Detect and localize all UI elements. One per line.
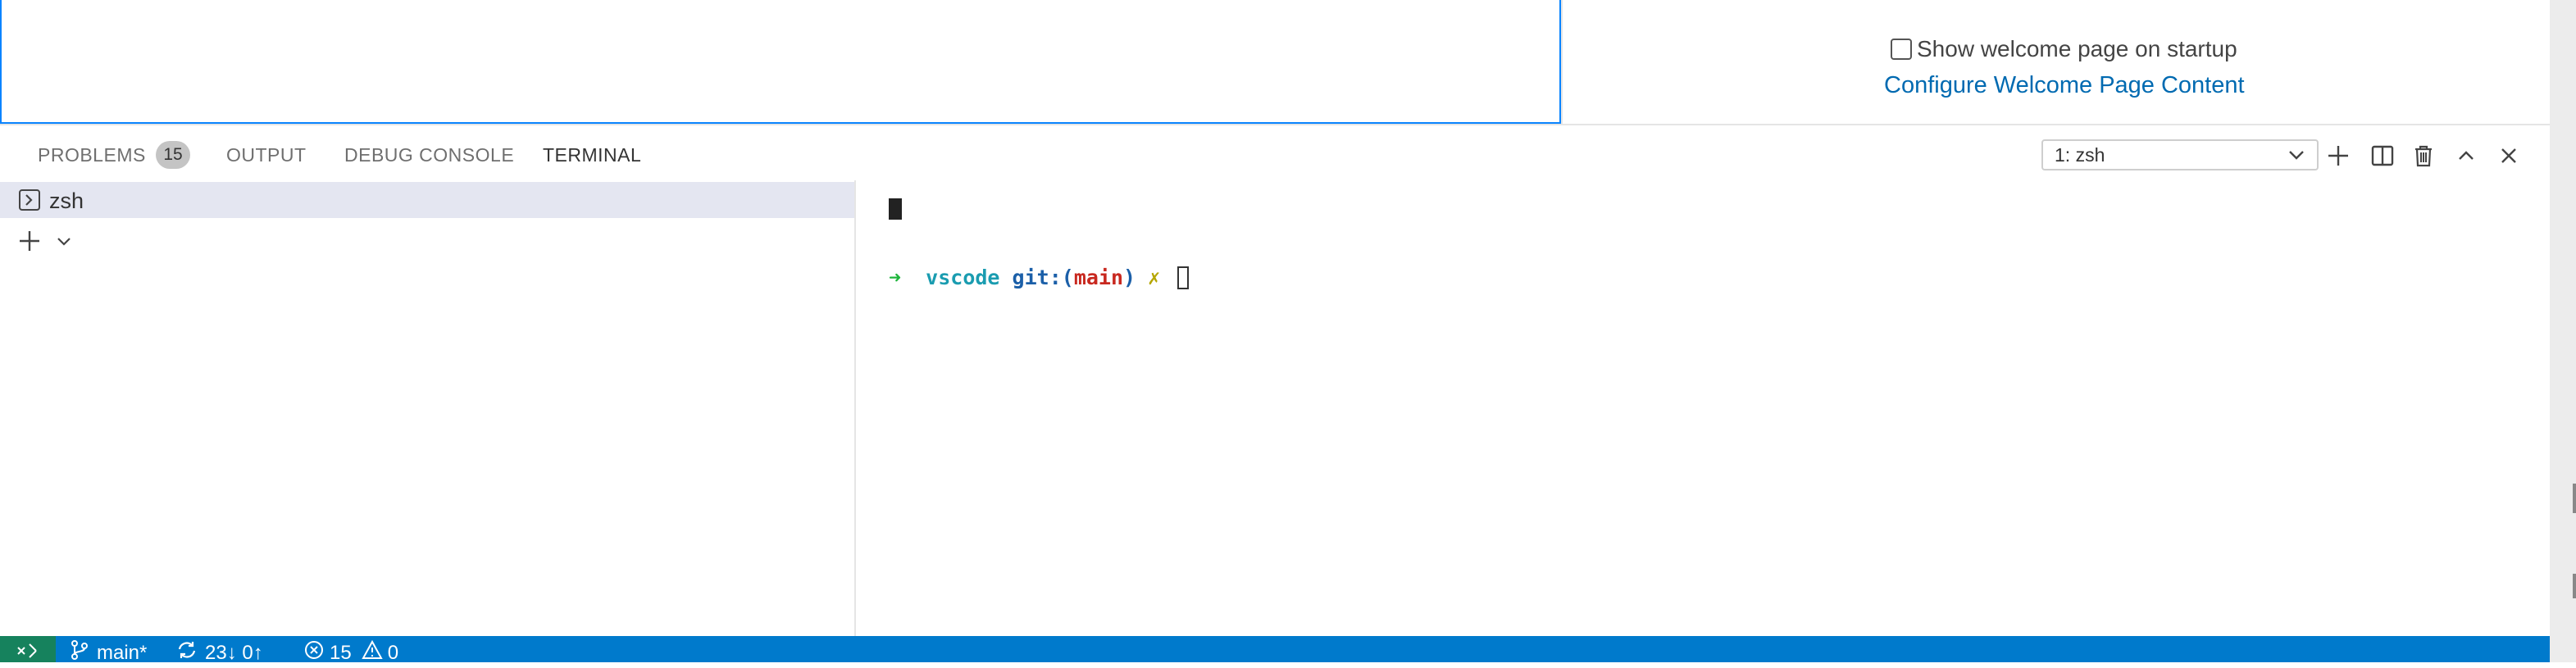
warning-count: 0 [387,641,399,664]
chevron-down-icon [2286,144,2307,173]
tab-debug-console[interactable]: DEBUG CONSOLE [344,144,514,166]
configure-welcome-link[interactable]: Configure Welcome Page Content [1884,72,2245,99]
remote-indicator[interactable] [0,636,56,662]
show-welcome-row[interactable]: Show welcome page on startup [1891,36,2237,62]
panel-divider [0,124,2550,125]
tab-terminal[interactable]: TERMINAL [543,144,641,166]
editor-group-left[interactable] [0,0,1561,124]
problems-count-badge: 15 [156,141,190,169]
scroll-marker [2573,484,2576,513]
trash-icon[interactable] [2410,143,2437,169]
close-panel-icon[interactable] [2496,143,2522,169]
tab-problems[interactable]: PROBLEMS [38,144,146,166]
status-bar: main* 23↓ 0↑ 15 0 [0,636,2550,664]
maximize-panel-icon[interactable] [2453,143,2479,169]
editor-area: Show welcome page on startup Configure W… [0,0,2576,125]
welcome-page [1561,0,2550,125]
panel-header: PROBLEMS 15 OUTPUT DEBUG CONSOLE TERMINA… [0,131,2550,180]
branch-name: main* [97,641,148,664]
new-terminal-icon[interactable] [2325,143,2351,169]
error-icon [303,639,325,666]
terminal-tab-zsh[interactable]: zsh [0,182,854,218]
prompt-directory: vscode [926,266,1000,289]
plus-icon[interactable] [16,228,43,258]
prompt-dirty-marker: ✗ [1148,266,1161,289]
terminal-prompt: ➜ vscode git:(main) ✗ [889,266,1190,289]
terminal-select-dropdown[interactable]: 1: zsh [2041,139,2319,170]
prompt-git-prefix: git:( [1012,266,1074,289]
prompt-git-suffix: ) [1123,266,1136,289]
terminal-cursor [1177,266,1190,289]
terminal-tab-label: zsh [49,189,84,213]
sync-counts: 23↓ 0↑ [205,641,263,664]
sync-status[interactable]: 23↓ 0↑ [175,639,263,666]
terminal-tabs-list: zsh [0,180,856,636]
scroll-marker [2573,574,2576,598]
show-welcome-label[interactable]: Show welcome page on startup [1917,36,2237,62]
split-terminal-icon[interactable] [2369,143,2396,169]
branch-status[interactable]: main* [69,639,147,666]
terminal-view[interactable]: ➜ vscode git:(main) ✗ [858,180,2550,636]
prompt-arrow: ➜ [889,266,902,289]
problems-status[interactable]: 15 0 [303,639,398,666]
chevron-down-icon[interactable] [54,231,74,255]
new-terminal-row [16,228,74,258]
right-scrollbar-strip[interactable] [2550,0,2576,662]
warning-icon [362,639,383,666]
terminal-select-value: 1: zsh [2055,144,2105,166]
git-branch-icon [69,639,90,666]
terminal-icon [18,189,41,216]
prompt-branch: main [1073,266,1124,289]
terminal-output-glyph [889,198,902,220]
error-count: 15 [330,641,352,664]
sync-icon [175,639,198,666]
show-welcome-checkbox[interactable] [1891,39,1912,60]
tab-output[interactable]: OUTPUT [226,144,307,166]
